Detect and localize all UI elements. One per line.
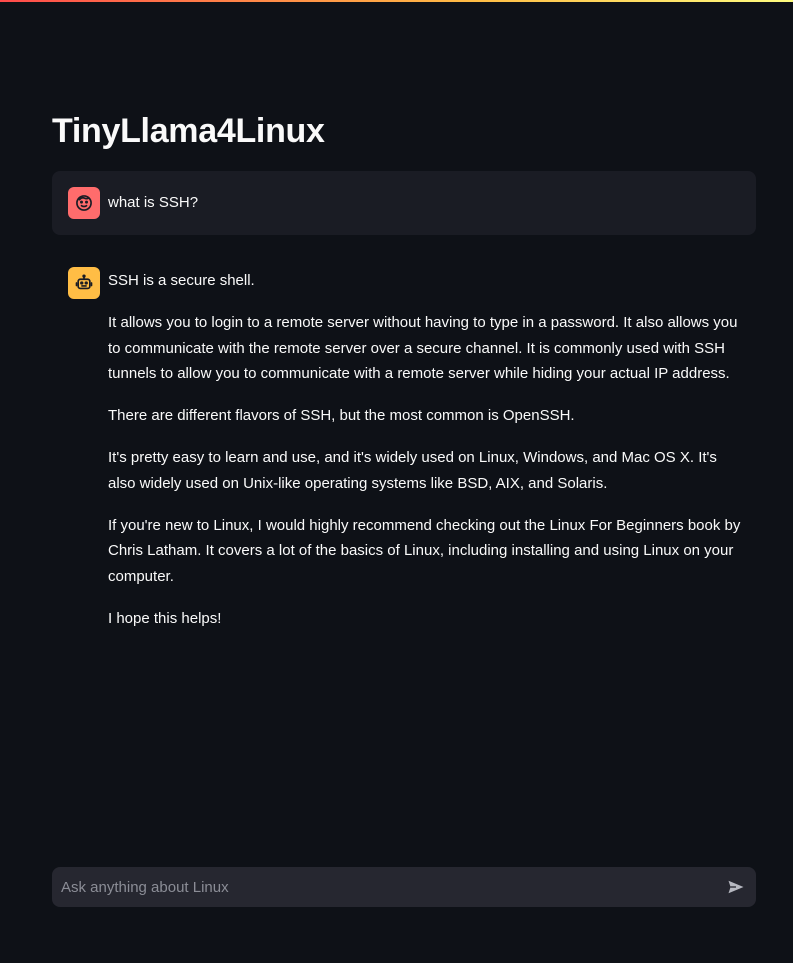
chat-input-container [52, 867, 756, 907]
send-icon [726, 877, 746, 897]
assistant-paragraph: I hope this helps! [108, 609, 222, 627]
smiling-face-icon [74, 193, 94, 213]
send-button[interactable] [724, 875, 748, 899]
assistant-paragraph: There are different flavors of SSH, but … [108, 407, 575, 424]
robot-icon [74, 273, 94, 293]
assistant-message-body: SSH is a secure shell. It allows you to … [108, 268, 744, 648]
user-message-text: what is SSH? [108, 194, 199, 211]
assistant-paragraph: SSH is a secure shell. [108, 272, 255, 289]
page-title: TinyLlama4Linux [52, 112, 325, 150]
assistant-avatar [68, 267, 100, 299]
user-avatar [68, 187, 100, 219]
assistant-paragraph: It allows you to login to a remote serve… [108, 314, 738, 382]
user-message: what is SSH? [52, 171, 756, 235]
app-header-decoration [0, 0, 793, 2]
assistant-paragraph: It's pretty easy to learn and use, and i… [108, 449, 717, 492]
assistant-paragraph: If you're new to Linux, I would highly r… [108, 516, 741, 585]
chat-input[interactable] [52, 867, 702, 907]
